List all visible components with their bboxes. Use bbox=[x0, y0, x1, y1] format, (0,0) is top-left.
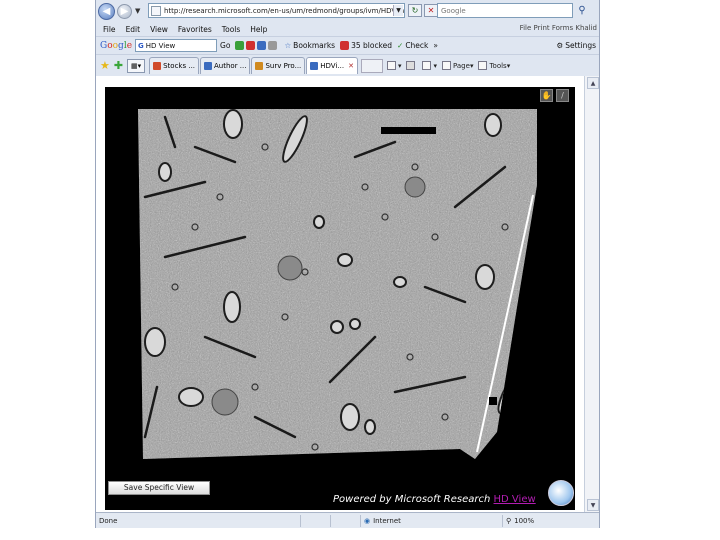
tab-favicon bbox=[153, 62, 162, 70]
menu-favorites[interactable]: Favorites bbox=[178, 25, 212, 34]
microscopy-image bbox=[105, 87, 575, 510]
globe-logo-icon[interactable] bbox=[548, 480, 574, 506]
quick-tabs-icon[interactable]: ▦▾ bbox=[127, 58, 146, 73]
page-icon bbox=[151, 5, 161, 16]
security-zone[interactable]: ◉ Internet bbox=[361, 514, 503, 527]
tab-label: Author ... bbox=[214, 62, 247, 70]
globe-icon: ◉ bbox=[364, 516, 371, 525]
tab-label: Surv Pro... bbox=[265, 62, 302, 70]
tab-bar: ★ ✚ ▦▾ Stocks ... Author ... Surv Pro...… bbox=[96, 54, 599, 76]
browser-window: ◀ ▶ ▼ http://research.microsoft.com/en-u… bbox=[95, 0, 600, 528]
home-icon bbox=[386, 61, 396, 70]
zone-label: Internet bbox=[373, 516, 401, 525]
tools-menu-label: Tools bbox=[489, 61, 507, 70]
menu-file[interactable]: File bbox=[103, 25, 116, 34]
print-button[interactable]: ▾ bbox=[422, 61, 437, 70]
google-go-button[interactable]: Go bbox=[220, 41, 230, 50]
hdview-viewer[interactable]: ✋ / Save Specific View Powered by Micros… bbox=[105, 87, 575, 510]
status-slot bbox=[301, 514, 331, 527]
vertical-scrollbar[interactable]: ▲ ▼ bbox=[584, 76, 599, 512]
google-g-icon: G bbox=[138, 41, 144, 50]
search-icon[interactable]: ⚲ bbox=[575, 4, 589, 17]
refresh-button[interactable]: ↻ bbox=[408, 4, 422, 17]
hdview-link[interactable]: HD View bbox=[494, 494, 536, 505]
address-value: http://research.microsoft.com/en-us/um/r… bbox=[164, 6, 405, 15]
check-label: Check bbox=[405, 41, 429, 50]
zoom-control[interactable]: ⚲ 100% bbox=[503, 515, 563, 527]
bookmarks-label: Bookmarks bbox=[293, 41, 336, 50]
history-dropdown-icon[interactable]: ▼ bbox=[135, 7, 140, 15]
links-bar[interactable]: File Print Forms Khalid bbox=[520, 24, 597, 32]
gear-icon bbox=[478, 61, 488, 70]
tab-favicon bbox=[310, 62, 319, 70]
save-view-button[interactable]: Save Specific View bbox=[108, 481, 210, 495]
settings-label: Settings bbox=[565, 41, 596, 50]
feeds-button[interactable] bbox=[406, 61, 417, 70]
tab-stocks[interactable]: Stocks ... bbox=[149, 57, 200, 74]
toolbar-icons[interactable] bbox=[235, 41, 279, 50]
page-icon bbox=[441, 61, 451, 70]
tab-hdview[interactable]: HDVi... ✕ bbox=[306, 57, 358, 74]
more-icon bbox=[268, 41, 278, 50]
gmail-icon bbox=[246, 41, 256, 50]
favorites-star-icon[interactable]: ★ bbox=[100, 59, 110, 72]
home-button[interactable]: ▾ bbox=[386, 61, 401, 70]
popup-blocked-button[interactable]: 35 blocked bbox=[340, 41, 392, 50]
tab-surv-pro[interactable]: Surv Pro... bbox=[251, 57, 306, 74]
google-search-input[interactable]: G HD View bbox=[135, 39, 218, 52]
star-icon: ☆ bbox=[284, 41, 292, 50]
new-tab-button[interactable] bbox=[360, 58, 383, 73]
tab-label: Stocks ... bbox=[163, 62, 196, 70]
menu-help[interactable]: Help bbox=[250, 25, 267, 34]
bookmarks-button[interactable]: ☆ Bookmarks bbox=[284, 41, 335, 50]
tab-favicon bbox=[204, 62, 213, 70]
tools-menu[interactable]: Tools ▾ bbox=[478, 61, 510, 70]
page-content: ✋ / Save Specific View Powered by Micros… bbox=[96, 76, 584, 512]
add-favorite-icon[interactable]: ✚ bbox=[114, 59, 123, 72]
spellcheck-button[interactable]: ✓ Check bbox=[397, 41, 428, 50]
status-slot bbox=[331, 514, 361, 527]
page-menu-label: Page bbox=[452, 61, 470, 70]
globe-icon bbox=[257, 41, 267, 50]
news-icon bbox=[235, 41, 245, 50]
scroll-down-icon[interactable]: ▼ bbox=[587, 499, 599, 511]
tab-favicon bbox=[255, 62, 264, 70]
address-dropdown-icon[interactable]: ▼ bbox=[393, 5, 403, 16]
zoom-label: 100% bbox=[514, 516, 535, 525]
pan-tool-icon[interactable]: ✋ bbox=[540, 89, 553, 102]
powered-by-text: Powered by Microsoft Research HD View bbox=[333, 494, 536, 505]
printer-icon bbox=[422, 61, 432, 70]
blocker-icon bbox=[340, 41, 350, 50]
pen-tool-icon[interactable]: / bbox=[556, 89, 569, 102]
forward-button[interactable]: ▶ bbox=[117, 3, 132, 19]
menu-tools[interactable]: Tools bbox=[222, 25, 240, 34]
status-bar: Done ◉ Internet ⚲ 100% bbox=[96, 512, 599, 528]
tab-author[interactable]: Author ... bbox=[200, 57, 251, 74]
back-button[interactable]: ◀ bbox=[98, 2, 115, 20]
settings-button[interactable]: ⚙ Settings bbox=[557, 41, 597, 50]
search-input[interactable]: Google bbox=[437, 3, 573, 18]
menu-edit[interactable]: Edit bbox=[126, 25, 141, 34]
more-button[interactable]: » bbox=[433, 41, 438, 50]
google-go-label: Go bbox=[220, 41, 231, 50]
google-search-value: HD View bbox=[145, 41, 176, 50]
page-menu[interactable]: Page ▾ bbox=[441, 61, 473, 70]
wrench-icon: ⚙ bbox=[556, 41, 564, 50]
check-icon: ✓ bbox=[397, 41, 404, 50]
scroll-up-icon[interactable]: ▲ bbox=[587, 77, 599, 89]
close-tab-icon[interactable]: ✕ bbox=[348, 62, 354, 70]
tab-label: HDVi... bbox=[320, 62, 345, 70]
google-toolbar: Google G HD View Go ☆ Bookmarks 35 block… bbox=[96, 36, 599, 54]
address-field[interactable]: http://research.microsoft.com/en-us/um/r… bbox=[148, 3, 405, 18]
stop-button[interactable]: ✕ bbox=[424, 4, 438, 17]
google-logo: Google bbox=[100, 40, 133, 51]
powered-prefix: Powered by Microsoft Research bbox=[333, 494, 491, 505]
blocked-label: 35 blocked bbox=[351, 41, 393, 50]
zoom-icon: ⚲ bbox=[506, 516, 512, 525]
menu-bar: File Edit View Favorites Tools Help File… bbox=[96, 22, 599, 36]
feed-icon bbox=[406, 61, 416, 70]
menu-view[interactable]: View bbox=[150, 25, 168, 34]
status-text: Done bbox=[96, 514, 301, 527]
